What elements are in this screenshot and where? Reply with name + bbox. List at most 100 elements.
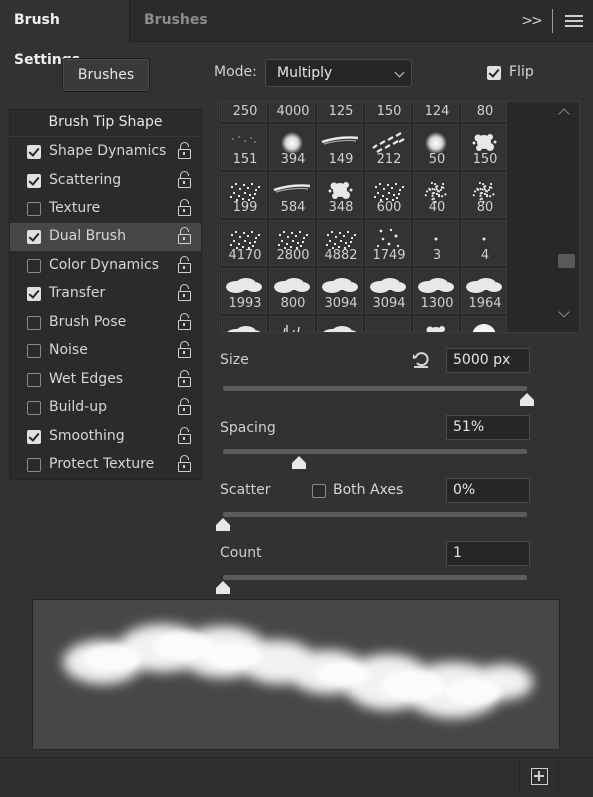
lock-icon[interactable] <box>178 370 191 387</box>
option-row-noise[interactable]: Noise <box>10 337 201 365</box>
lock-icon[interactable] <box>178 313 191 330</box>
option-row-transfer[interactable]: Transfer <box>10 280 201 308</box>
lock-icon[interactable] <box>178 284 191 301</box>
option-label: Smoothing <box>49 428 125 444</box>
brush-preset[interactable]: 124 <box>413 102 459 122</box>
option-row-dual-brush[interactable]: Dual Brush <box>10 223 201 251</box>
option-label: Wet Edges <box>49 371 124 387</box>
option-checkbox[interactable] <box>27 373 41 387</box>
brush-preset[interactable]: 3094 <box>365 268 411 314</box>
brush-preset[interactable]: 149 <box>317 124 363 170</box>
flip-checkbox[interactable] <box>487 66 501 80</box>
spacing-slider-track[interactable] <box>223 449 527 454</box>
preset-size: 2800 <box>276 248 310 263</box>
option-row-build-up[interactable]: Build-up <box>10 394 201 422</box>
brush-preset[interactable]: 4170 <box>221 220 267 266</box>
brush-preset[interactable]: 3 <box>413 220 459 266</box>
lock-icon[interactable] <box>178 455 191 472</box>
tab-brushes[interactable]: Brushes <box>130 0 222 42</box>
brush-preset[interactable]: 348 <box>317 172 363 218</box>
mode-select[interactable]: Multiply <box>265 59 412 87</box>
option-checkbox[interactable] <box>27 174 41 188</box>
option-checkbox[interactable] <box>27 458 41 472</box>
brush-tip-shape-item[interactable]: Brush Tip Shape <box>10 110 201 137</box>
option-checkbox[interactable] <box>27 287 41 301</box>
brushes-button[interactable]: Brushes <box>62 58 150 92</box>
reset-icon[interactable] <box>411 349 431 369</box>
option-checkbox[interactable] <box>27 344 41 358</box>
brush-preset[interactable]: 800 <box>269 268 315 314</box>
brush-preset[interactable]: 80 <box>461 102 507 122</box>
brush-preset[interactable]: 3094 <box>317 268 363 314</box>
preset-size: 800 <box>280 296 306 311</box>
brush-preset[interactable]: 1993 <box>221 268 267 314</box>
option-row-protect-texture[interactable]: Protect Texture <box>10 451 201 479</box>
brush-preset[interactable] <box>269 316 315 332</box>
option-checkbox[interactable] <box>27 401 41 415</box>
size-input[interactable]: 5000 px <box>446 348 530 373</box>
brush-preset[interactable] <box>221 316 267 332</box>
brush-preset[interactable]: 50 <box>413 124 459 170</box>
brush-preset[interactable]: 2800 <box>269 220 315 266</box>
brush-preset[interactable]: 600 <box>365 172 411 218</box>
lock-icon[interactable] <box>178 398 191 415</box>
lock-icon[interactable] <box>178 227 191 244</box>
spacing-slider-handle[interactable] <box>292 456 306 470</box>
brush-preset[interactable]: 150 <box>461 124 507 170</box>
brush-preset[interactable] <box>317 316 363 332</box>
collapse-panel-icon[interactable]: >> <box>515 10 547 32</box>
brush-preset[interactable] <box>365 316 411 332</box>
option-checkbox[interactable] <box>27 316 41 330</box>
size-slider-track[interactable] <box>223 386 527 391</box>
brush-preset[interactable]: 151 <box>221 124 267 170</box>
brush-preset[interactable]: 80 <box>461 172 507 218</box>
option-checkbox[interactable] <box>27 230 41 244</box>
brush-preset[interactable] <box>413 316 459 332</box>
brush-preset[interactable]: 4 <box>461 220 507 266</box>
count-input[interactable]: 1 <box>446 541 530 566</box>
brush-preset[interactable]: 150 <box>365 102 411 122</box>
option-row-brush-pose[interactable]: Brush Pose <box>10 309 201 337</box>
hamburger-menu-icon[interactable] <box>565 15 583 28</box>
brush-preset[interactable]: 199 <box>221 172 267 218</box>
brush-preset[interactable]: 394 <box>269 124 315 170</box>
brush-preset[interactable]: 1300 <box>413 268 459 314</box>
scatter-slider-track[interactable] <box>223 512 527 517</box>
tab-brush-settings[interactable]: Brush Settings <box>0 0 130 68</box>
lock-icon[interactable] <box>178 256 191 273</box>
brush-preset[interactable]: 212 <box>365 124 411 170</box>
brush-preset[interactable]: 250 <box>221 102 267 122</box>
option-row-texture[interactable]: Texture <box>10 195 201 223</box>
brush-preset[interactable]: 1749 <box>365 220 411 266</box>
option-row-color-dynamics[interactable]: Color Dynamics <box>10 252 201 280</box>
option-row-shape-dynamics[interactable]: Shape Dynamics <box>10 138 201 166</box>
brush-preset[interactable]: 4000 <box>269 102 315 122</box>
brush-preset[interactable] <box>461 316 507 332</box>
brush-preset[interactable]: 125 <box>317 102 363 122</box>
lock-icon[interactable] <box>178 142 191 159</box>
spacing-input[interactable]: 51% <box>446 415 530 440</box>
create-new-brush-icon[interactable] <box>519 758 559 796</box>
option-row-smoothing[interactable]: Smoothing <box>10 423 201 451</box>
option-row-scattering[interactable]: Scattering <box>10 167 201 195</box>
scatter-input[interactable]: 0% <box>446 478 530 503</box>
size-slider-handle[interactable] <box>520 393 534 407</box>
count-slider-handle[interactable] <box>216 581 230 595</box>
option-checkbox[interactable] <box>27 145 41 159</box>
option-row-wet-edges[interactable]: Wet Edges <box>10 366 201 394</box>
brush-preset[interactable]: 40 <box>413 172 459 218</box>
brush-preset[interactable]: 1964 <box>461 268 507 314</box>
scatter-slider-handle[interactable] <box>216 518 230 532</box>
option-checkbox[interactable] <box>27 259 41 273</box>
option-checkbox[interactable] <box>27 202 41 216</box>
lock-icon[interactable] <box>178 427 191 444</box>
count-slider-track[interactable] <box>223 575 527 580</box>
both-axes-checkbox[interactable] <box>312 484 326 498</box>
lock-icon[interactable] <box>178 199 191 216</box>
lock-icon[interactable] <box>178 341 191 358</box>
brush-preset[interactable]: 584 <box>269 172 315 218</box>
brush-preset[interactable]: 4882 <box>317 220 363 266</box>
lock-icon[interactable] <box>178 171 191 188</box>
scrollbar-thumb[interactable] <box>558 254 575 268</box>
option-checkbox[interactable] <box>27 430 41 444</box>
